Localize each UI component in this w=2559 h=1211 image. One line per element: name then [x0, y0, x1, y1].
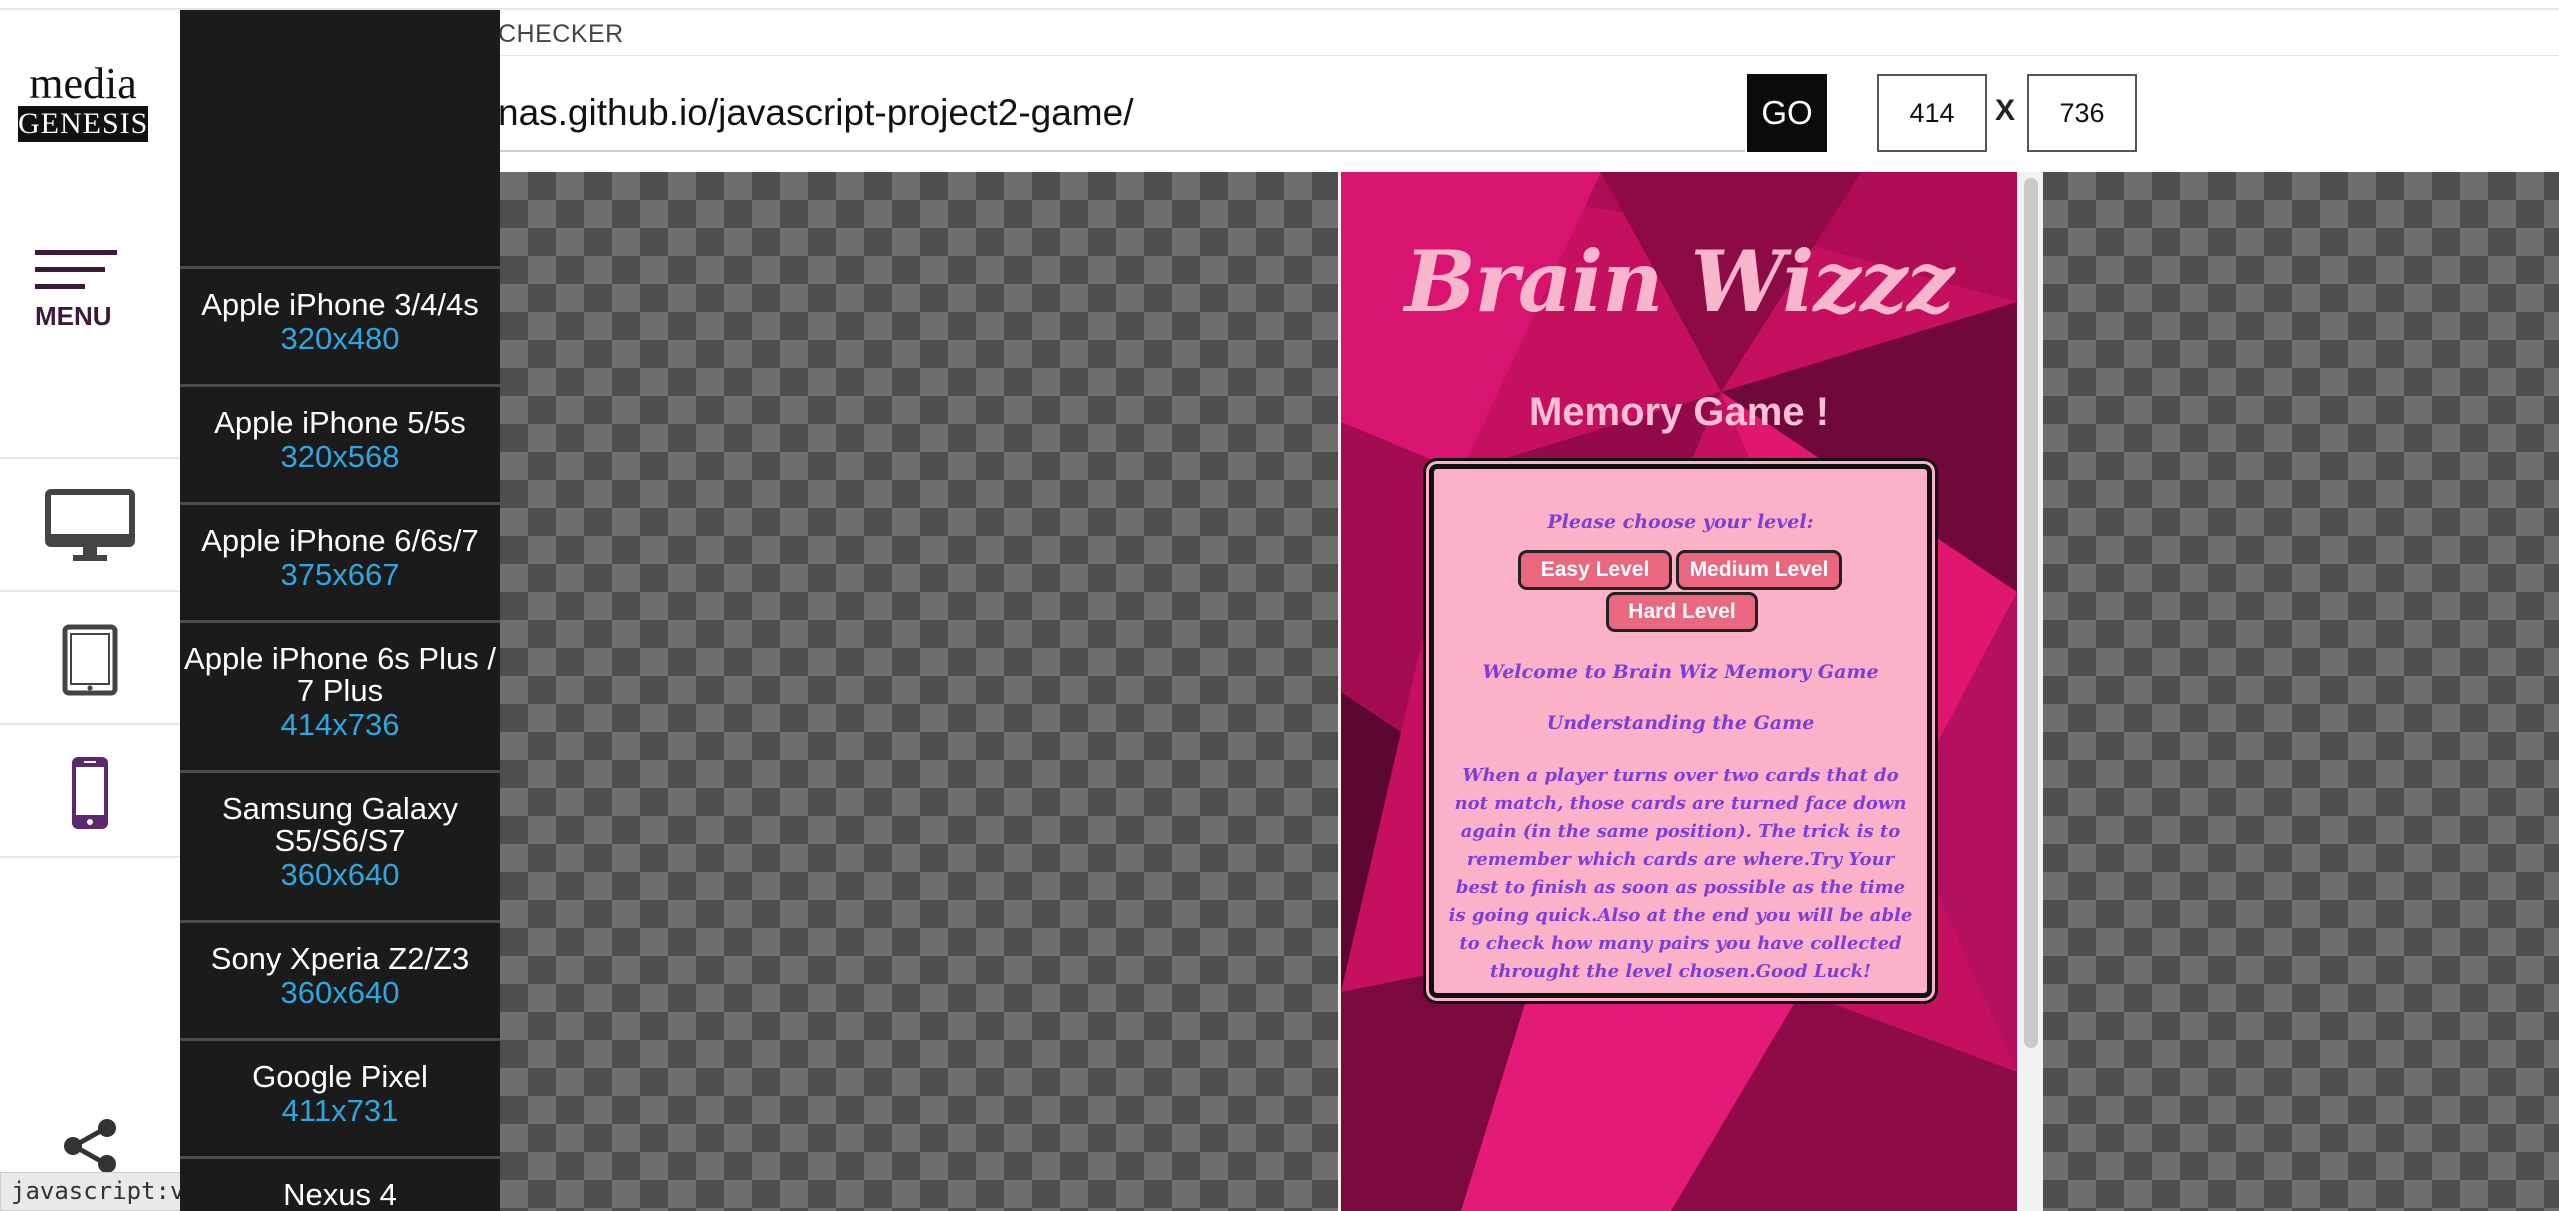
game-subtitle: Memory Game ! [1528, 390, 1830, 434]
hard-level-button[interactable]: Hard Level [1606, 592, 1758, 632]
desktop-icon [45, 489, 135, 561]
desktop-view-button[interactable] [0, 462, 180, 592]
device-name: Apple iPhone 6/6s/7 [201, 523, 479, 558]
top-border [0, 0, 2559, 10]
share-button[interactable] [60, 1118, 120, 1174]
dimension-separator: X [1995, 94, 2016, 127]
device-resolution: 360x640 [280, 857, 400, 892]
device-name: Google Pixel [252, 1059, 428, 1094]
menu-label: MENU [35, 301, 112, 331]
logo-bottom-text: GENESIS [18, 106, 149, 142]
medium-level-button[interactable]: Medium Level [1676, 550, 1842, 590]
device-option[interactable]: Apple iPhone 3/4/4s 320x480 [180, 266, 500, 384]
logo-top-text: media [29, 59, 137, 108]
device-name: Apple iPhone 6s Plus / 7 Plus [184, 641, 496, 708]
menu-button[interactable]: MENU [35, 250, 125, 350]
device-option[interactable]: Apple iPhone 6/6s/7 375x667 [180, 502, 500, 620]
device-option[interactable]: Apple iPhone 5/5s 320x568 [180, 384, 500, 502]
device-name: Sony Xperia Z2/Z3 [210, 941, 470, 976]
device-option[interactable]: Samsung Galaxy S5/S6/S7 360x640 [180, 770, 500, 920]
device-option[interactable]: Sony Xperia Z2/Z3 360x640 [180, 920, 500, 1038]
url-value[interactable]: nas.github.io/javascript-project2-game/ [498, 92, 1134, 134]
hamburger-icon [35, 250, 125, 289]
rail-divider [0, 457, 180, 459]
device-name: Samsung Galaxy S5/S6/S7 [221, 791, 459, 858]
phone-scrollbar[interactable] [2024, 178, 2038, 1048]
choose-level-text: Please choose your level: [1547, 511, 1814, 533]
left-rail: media GENESIS MENU [0, 10, 180, 1211]
title-strip: CHECKER [490, 10, 2559, 56]
game-rules-text: When a player turns over two cards that … [1448, 765, 1913, 982]
device-resolution: 414x736 [280, 707, 400, 742]
tablet-icon [62, 624, 118, 696]
device-resolution: 320x480 [280, 321, 400, 356]
device-option[interactable]: Apple iPhone 6s Plus / 7 Plus 414x736 [180, 620, 500, 770]
device-name: Apple iPhone 3/4/4s [201, 287, 479, 322]
tablet-view-button[interactable] [0, 595, 180, 725]
device-name: Nexus 4 [283, 1177, 397, 1211]
intro-card: Please choose your level: Easy Level Med… [1429, 464, 1932, 998]
mobile-view-button[interactable] [0, 728, 180, 858]
media-genesis-logo[interactable]: media GENESIS [18, 62, 148, 142]
rail-divider [0, 723, 180, 725]
device-resolution: 320x568 [280, 439, 400, 474]
height-input[interactable]: 736 [2027, 74, 2137, 152]
understanding-heading: Understanding the Game [1546, 712, 1815, 734]
mobile-icon [72, 757, 108, 829]
device-option[interactable]: Nexus 4 [180, 1156, 500, 1211]
device-resolution: 360x640 [280, 975, 400, 1010]
rail-divider [0, 856, 180, 858]
share-icon [64, 1119, 116, 1173]
width-input[interactable]: 414 [1877, 74, 1987, 152]
device-option[interactable]: Google Pixel 411x731 [180, 1038, 500, 1156]
device-dropdown: Apple iPhone 3/4/4s 320x480 Apple iPhone… [180, 10, 500, 1211]
phone-screen: Brain Wizzz Memory Game ! Please choose … [1341, 172, 2017, 1211]
device-resolution: 411x731 [281, 1093, 399, 1128]
device-resolution: 375x667 [280, 557, 400, 592]
page-title: CHECKER [498, 20, 624, 48]
rail-divider [0, 590, 180, 592]
url-input[interactable]: nas.github.io/javascript-project2-game/ [490, 74, 1745, 152]
game-title: Brain Wizzz [1404, 232, 1955, 331]
go-button[interactable]: GO [1747, 74, 1827, 152]
easy-level-button[interactable]: Easy Level [1518, 550, 1672, 590]
welcome-text: Welcome to Brain Wiz Memory Game [1482, 661, 1879, 683]
device-name: Apple iPhone 5/5s [214, 405, 466, 440]
